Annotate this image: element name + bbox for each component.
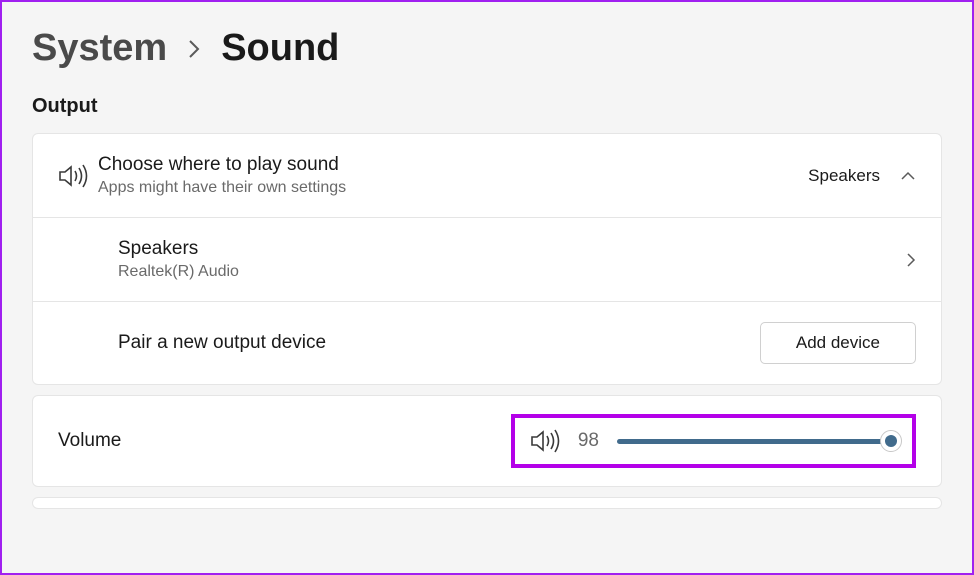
choose-output-title: Choose where to play sound <box>98 154 808 176</box>
partial-card <box>32 497 942 509</box>
output-section-header: Output <box>32 95 942 118</box>
volume-slider[interactable] <box>617 439 897 444</box>
breadcrumb-parent-link[interactable]: System <box>32 27 167 70</box>
speakers-device-title: Speakers <box>118 238 906 260</box>
volume-label: Volume <box>58 430 121 452</box>
pair-device-row: Pair a new output device Add device <box>33 302 941 384</box>
speaker-icon <box>530 428 560 454</box>
chevron-right-icon <box>906 252 916 268</box>
speakers-device-row[interactable]: Speakers Realtek(R) Audio <box>33 218 941 302</box>
speakers-device-text: Speakers Realtek(R) Audio <box>118 238 906 281</box>
breadcrumb: System Sound <box>32 27 942 70</box>
choose-output-row[interactable]: Choose where to play sound Apps might ha… <box>33 134 941 218</box>
chevron-right-icon <box>187 38 201 60</box>
breadcrumb-current: Sound <box>221 27 339 70</box>
volume-highlight: 98 <box>511 414 916 468</box>
choose-output-subtitle: Apps might have their own settings <box>98 179 808 197</box>
output-card-group: Choose where to play sound Apps might ha… <box>32 133 942 385</box>
pair-device-title: Pair a new output device <box>118 332 760 354</box>
volume-card: Volume 98 <box>32 395 942 487</box>
slider-track <box>617 439 897 444</box>
pair-device-text: Pair a new output device <box>118 332 760 354</box>
chevron-up-icon <box>900 171 916 181</box>
choose-output-text: Choose where to play sound Apps might ha… <box>98 154 808 197</box>
slider-thumb[interactable] <box>880 430 902 452</box>
speakers-device-subtitle: Realtek(R) Audio <box>118 263 906 281</box>
volume-value: 98 <box>578 430 599 452</box>
speaker-icon <box>58 163 98 189</box>
add-device-button[interactable]: Add device <box>760 322 916 364</box>
choose-output-value: Speakers <box>808 166 880 186</box>
